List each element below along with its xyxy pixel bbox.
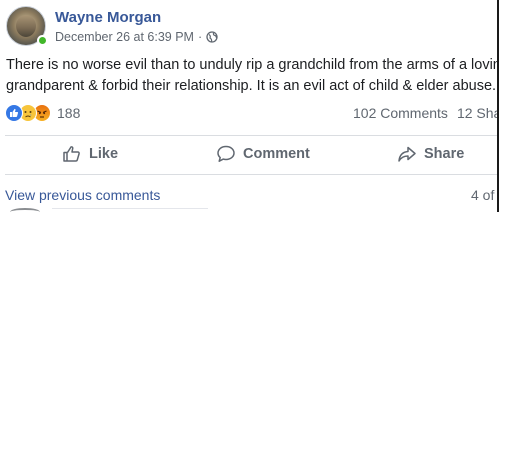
post-card: Wayne Morgan December 26 at 6:39 PM · Th… <box>0 0 498 212</box>
comment-avatar-partial <box>10 208 40 212</box>
share-label: Share <box>424 146 465 162</box>
post-text: There is no worse evil than to unduly ri… <box>6 55 498 97</box>
share-button[interactable]: Share <box>397 136 464 172</box>
like-label: Like <box>89 146 119 162</box>
engagement-counts: 102 Comments 12 Shares <box>353 105 498 121</box>
thumbs-up-icon <box>63 146 80 162</box>
view-previous-comments-link[interactable]: View previous comments <box>5 187 160 203</box>
comment-bubble-partial <box>52 208 208 209</box>
action-bar: Like Comment Share <box>0 136 498 172</box>
online-status-dot <box>37 35 48 46</box>
post-text-line-1: There is no worse evil than to unduly ri… <box>6 57 498 73</box>
shares-count[interactable]: 12 Shares <box>457 105 498 121</box>
comment-label: Comment <box>243 146 310 162</box>
globe-icon[interactable] <box>206 31 218 43</box>
comments-count[interactable]: 102 Comments <box>353 105 448 121</box>
post-timestamp[interactable]: December 26 at 6:39 PM <box>55 30 194 44</box>
post-text-line-2: grandparent & forbid their relationship.… <box>6 78 497 94</box>
reaction-summary[interactable]: 188 <box>5 104 80 122</box>
comment-button[interactable]: Comment <box>216 136 310 172</box>
reaction-count[interactable]: 188 <box>57 105 80 121</box>
share-icon <box>398 146 416 162</box>
comments-pagination: 4 of <box>471 187 495 203</box>
avatar-photo <box>16 15 36 37</box>
author-name[interactable]: Wayne Morgan <box>55 9 161 26</box>
window-edge <box>497 0 499 212</box>
divider-bottom <box>5 174 498 175</box>
post-meta: December 26 at 6:39 PM · <box>55 30 218 44</box>
like-button[interactable]: Like <box>62 136 118 172</box>
meta-separator: · <box>197 30 203 44</box>
comment-icon <box>217 145 235 162</box>
like-icon <box>5 104 23 122</box>
